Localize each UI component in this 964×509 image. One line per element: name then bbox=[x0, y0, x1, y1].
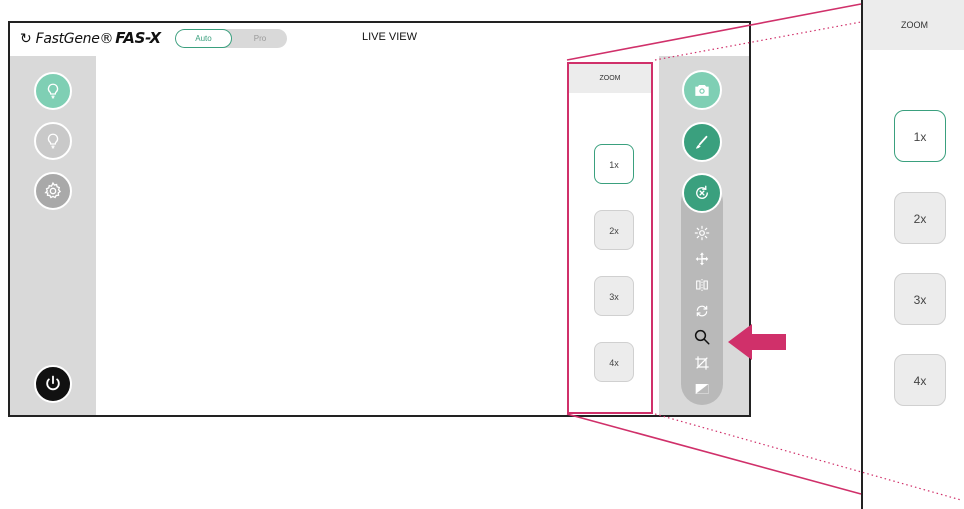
brightness-icon bbox=[694, 225, 710, 241]
zoom-1x-button[interactable]: 1x bbox=[594, 144, 634, 184]
rotate-icon bbox=[696, 305, 708, 317]
zoom-4x-button[interactable]: 4x bbox=[594, 342, 634, 382]
callout-line-bottom bbox=[566, 413, 862, 495]
callout-zoom-2x: 2x bbox=[894, 192, 946, 244]
mode-auto-button[interactable]: Auto bbox=[175, 29, 232, 48]
crop-icon bbox=[695, 356, 709, 370]
logo-brand: FastGene® bbox=[35, 31, 114, 47]
light-on-icon bbox=[47, 83, 59, 99]
brush-button[interactable] bbox=[682, 122, 722, 162]
zoom-panel-callout: ZOOM 1x 2x 3x 4x bbox=[861, 0, 964, 509]
crop-tool[interactable] bbox=[692, 353, 712, 373]
mode-toggle[interactable]: Auto Pro bbox=[175, 29, 287, 48]
zoom-panel-header: ZOOM bbox=[569, 64, 651, 93]
zoom-tool[interactable] bbox=[692, 327, 712, 347]
zoom-icon bbox=[694, 329, 710, 345]
zoom-3x-button[interactable]: 3x bbox=[594, 276, 634, 316]
right-toolbar bbox=[659, 56, 749, 415]
contrast-icon bbox=[695, 384, 709, 394]
reset-icon bbox=[696, 185, 708, 199]
camera-button[interactable] bbox=[682, 70, 722, 110]
app-window: ↻ FastGene® FAS-X Auto Pro LIVE VIEW ZOO… bbox=[8, 21, 751, 417]
power-button[interactable] bbox=[34, 365, 72, 403]
reset-button[interactable] bbox=[682, 173, 722, 213]
logo-model: FAS-X bbox=[115, 29, 161, 47]
app-logo: ↻ FastGene® FAS-X bbox=[20, 29, 161, 47]
callout-zoom-header: ZOOM bbox=[863, 0, 964, 50]
move-tool[interactable] bbox=[692, 249, 712, 269]
flip-tool[interactable] bbox=[692, 275, 712, 295]
move-icon bbox=[695, 252, 709, 266]
settings-icon bbox=[44, 181, 62, 199]
callout-zoom-3x: 3x bbox=[894, 273, 946, 325]
zoom-2x-button[interactable]: 2x bbox=[594, 210, 634, 250]
mode-pro-button[interactable]: Pro bbox=[233, 29, 287, 48]
brush-icon bbox=[695, 135, 708, 149]
settings-button[interactable] bbox=[34, 172, 72, 210]
zoom-panel: ZOOM 1x 2x 3x 4x bbox=[567, 62, 653, 414]
light-off-icon bbox=[47, 133, 59, 149]
power-icon bbox=[46, 375, 60, 391]
light-on-button[interactable] bbox=[34, 72, 72, 110]
light-off-button[interactable] bbox=[34, 122, 72, 160]
camera-icon bbox=[695, 85, 709, 96]
top-bar: ↻ FastGene® FAS-X Auto Pro LIVE VIEW bbox=[10, 23, 749, 56]
page-title: LIVE VIEW bbox=[362, 31, 418, 43]
callout-zoom-1x: 1x bbox=[894, 110, 946, 162]
logo-mark: ↻ bbox=[20, 31, 32, 47]
contrast-tool[interactable] bbox=[692, 379, 712, 399]
rotate-tool[interactable] bbox=[692, 301, 712, 321]
callout-zoom-4x: 4x bbox=[894, 354, 946, 406]
brightness-tool[interactable] bbox=[692, 223, 712, 243]
left-sidebar bbox=[10, 56, 96, 415]
flip-icon bbox=[696, 279, 708, 291]
